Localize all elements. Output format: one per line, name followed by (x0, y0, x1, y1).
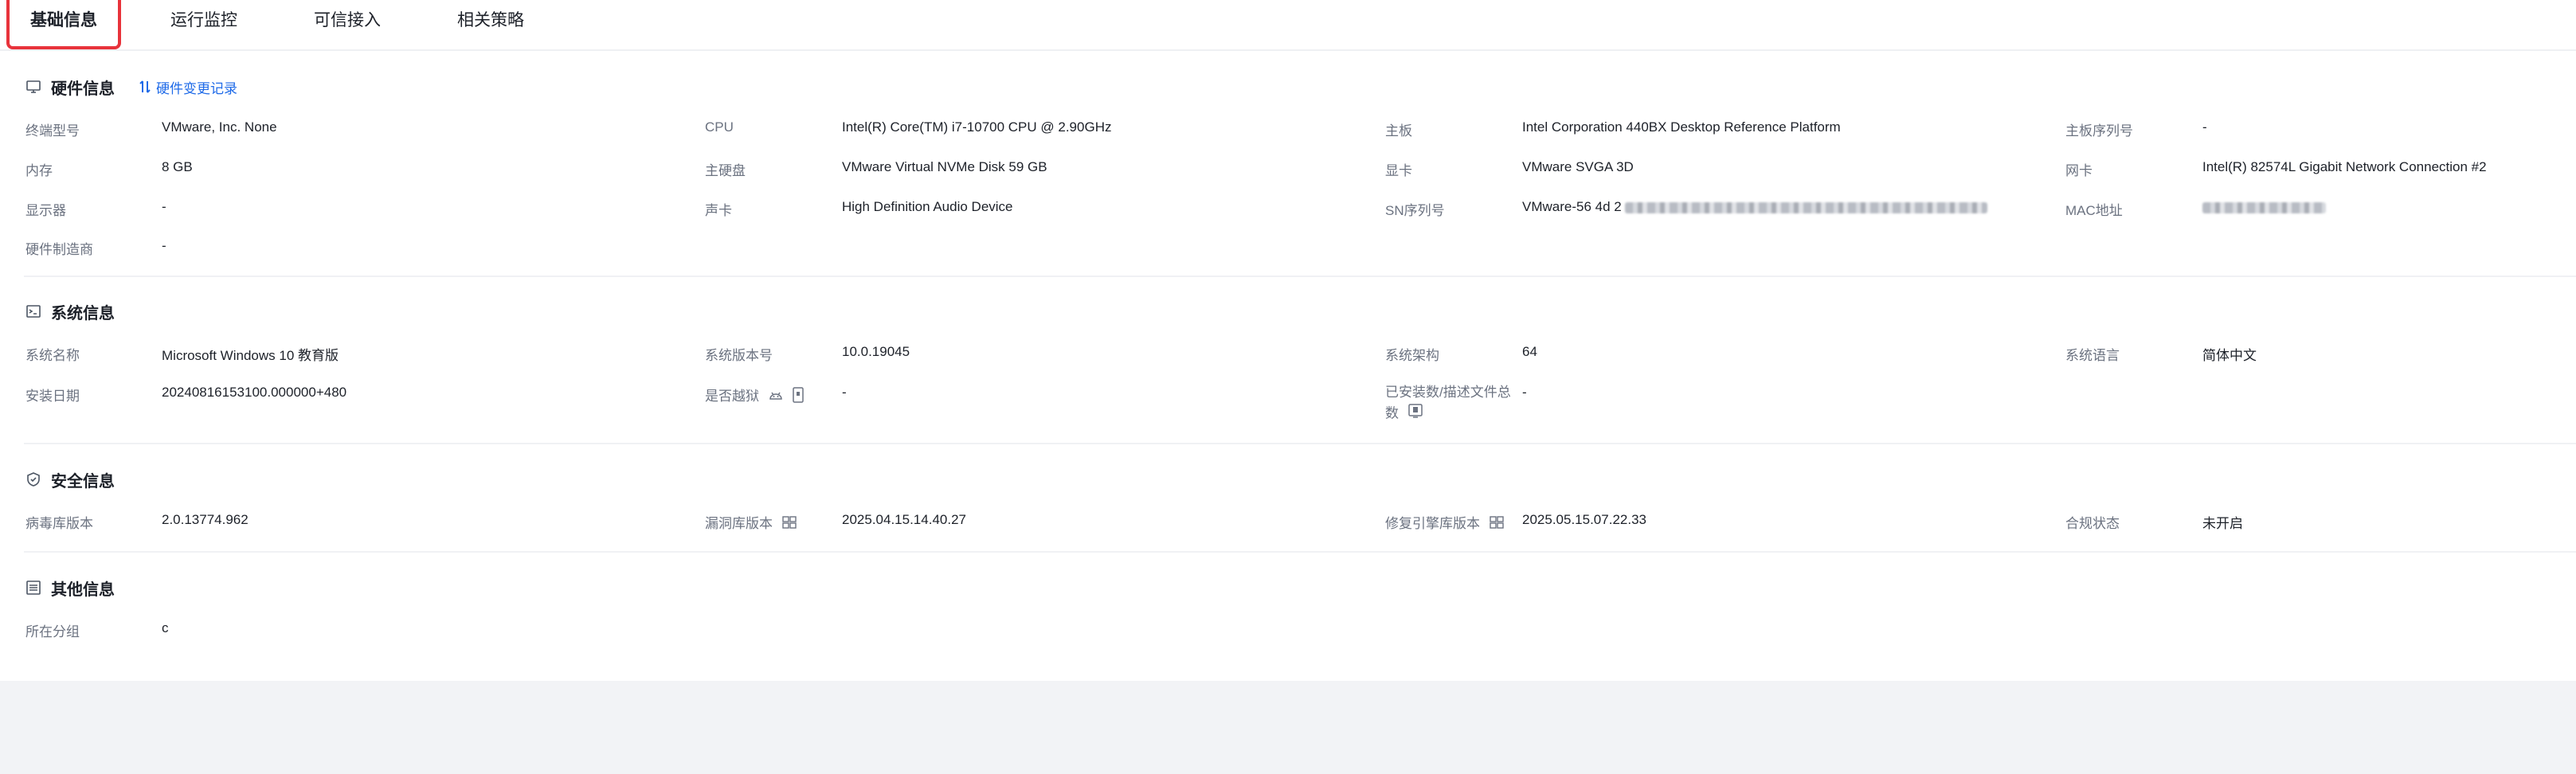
tab-basic-info[interactable]: 基础信息 (8, 0, 119, 49)
installed-count-label: 已安装数/描述文件总数 (1385, 385, 1511, 421)
terminal-icon (25, 303, 41, 319)
mac-label: MAC地址 (2065, 203, 2123, 218)
lang-label: 系统语言 (2065, 348, 2120, 363)
repair-engine-value: 2025.05.15.07.22.33 (1522, 512, 1646, 527)
basic-info-panel: 基础信息 运行监控 可信接入 相关策略 硬件信息 硬件变更记录 终端型号 VMw… (0, 0, 2576, 681)
compliance-value: 未开启 (2202, 516, 2243, 531)
installed-count-value: - (1522, 385, 1527, 400)
swap-icon (139, 80, 151, 93)
manufacturer-value: - (162, 238, 166, 253)
disk-label: 主硬盘 (705, 163, 746, 178)
tab-bar: 基础信息 运行监控 可信接入 相关策略 (0, 0, 2576, 51)
os-version-label: 系统版本号 (705, 348, 773, 363)
other-section-header: 其他信息 (25, 576, 115, 600)
gpu-value: VMware SVGA 3D (1522, 159, 1634, 174)
hardware-section-header: 硬件信息 硬件变更记录 (25, 75, 237, 99)
shield-icon (25, 471, 41, 487)
sound-value: High Definition Audio Device (842, 199, 1013, 214)
security-section-header: 安全信息 (25, 467, 115, 491)
redacted-mac (2202, 201, 2326, 213)
android-icon (768, 389, 784, 405)
installed-count-label-row: 已安装数/描述文件总数 (1385, 382, 1513, 425)
nic-label: 网卡 (2065, 163, 2093, 178)
monitor-icon (25, 79, 41, 95)
install-date-label: 安装日期 (25, 389, 80, 404)
hardware-change-log-link[interactable]: 硬件变更记录 (139, 77, 237, 97)
sn-value-prefix: VMware-56 4d 2 (1522, 199, 1622, 214)
os-name-label: 系统名称 (25, 348, 80, 363)
motherboard-label: 主板 (1385, 123, 1412, 139)
display-label: 显示器 (25, 203, 66, 218)
windows-icon (781, 515, 797, 534)
hardware-section-title: 硬件信息 (51, 80, 115, 98)
memory-value: 8 GB (162, 159, 193, 174)
manufacturer-label: 硬件制造商 (25, 242, 93, 257)
repair-engine-label-row: 修复引擎库版本 (1385, 512, 1505, 534)
group-label: 所在分组 (25, 624, 80, 639)
virus-db-label: 病毒库版本 (25, 516, 93, 531)
vuln-db-label: 漏洞库版本 (705, 516, 773, 531)
section-divider (24, 276, 2576, 277)
install-date-value: 20240816153100.000000+480 (162, 385, 347, 400)
group-value: c (162, 620, 169, 635)
arch-label: 系统架构 (1385, 348, 1439, 363)
terminal-model-label: 终端型号 (25, 123, 80, 139)
system-section-header: 系统信息 (25, 299, 115, 323)
ios-icon (792, 387, 805, 407)
jailbreak-value: - (842, 385, 847, 400)
mb-serial-label: 主板序列号 (2065, 123, 2133, 139)
jailbreak-label-row: 是否越狱 (705, 385, 805, 407)
memory-label: 内存 (25, 163, 53, 178)
os-name-value: Microsoft Windows 10 教育版 (162, 348, 339, 363)
compliance-label: 合规状态 (2065, 516, 2120, 531)
cpu-label: CPU (705, 119, 734, 135)
tab-trusted-access[interactable]: 可信接入 (303, 0, 392, 49)
sound-label: 声卡 (705, 203, 732, 218)
mac-value (2202, 199, 2326, 215)
display-value: - (162, 199, 166, 214)
cpu-value: Intel(R) Core(TM) i7-10700 CPU @ 2.90GHz (842, 119, 1112, 135)
tab-related-policy[interactable]: 相关策略 (446, 0, 535, 49)
ios-device-icon (1407, 403, 1423, 425)
virus-db-value: 2.0.13774.962 (162, 512, 249, 527)
windows-icon (1489, 515, 1505, 534)
redacted-sn (1624, 201, 1987, 213)
gpu-label: 显卡 (1385, 163, 1412, 178)
other-section-title: 其他信息 (51, 580, 115, 599)
disk-value: VMware Virtual NVMe Disk 59 GB (842, 159, 1047, 174)
section-divider (24, 551, 2576, 553)
security-section-title: 安全信息 (51, 472, 115, 491)
lang-value: 简体中文 (2202, 348, 2257, 363)
nic-value: Intel(R) 82574L Gigabit Network Connecti… (2202, 159, 2487, 174)
vuln-db-label-row: 漏洞库版本 (705, 512, 797, 534)
vuln-db-value: 2025.04.15.14.40.27 (842, 512, 966, 527)
os-version-value: 10.0.19045 (842, 344, 910, 359)
mb-serial-value: - (2202, 119, 2207, 135)
hardware-change-log-label: 硬件变更记录 (156, 80, 237, 96)
system-section-title: 系统信息 (51, 304, 115, 322)
motherboard-value: Intel Corporation 440BX Desktop Referenc… (1522, 119, 1841, 135)
tab-runtime-monitor[interactable]: 运行监控 (159, 0, 249, 49)
list-icon (25, 580, 41, 596)
sn-label: SN序列号 (1385, 203, 1445, 218)
terminal-model-value: VMware, Inc. None (162, 119, 277, 135)
section-divider (24, 443, 2576, 444)
sn-value: VMware-56 4d 2 (1522, 199, 1987, 215)
repair-engine-label: 修复引擎库版本 (1385, 516, 1480, 531)
jailbreak-label: 是否越狱 (705, 389, 759, 404)
arch-value: 64 (1522, 344, 1537, 359)
